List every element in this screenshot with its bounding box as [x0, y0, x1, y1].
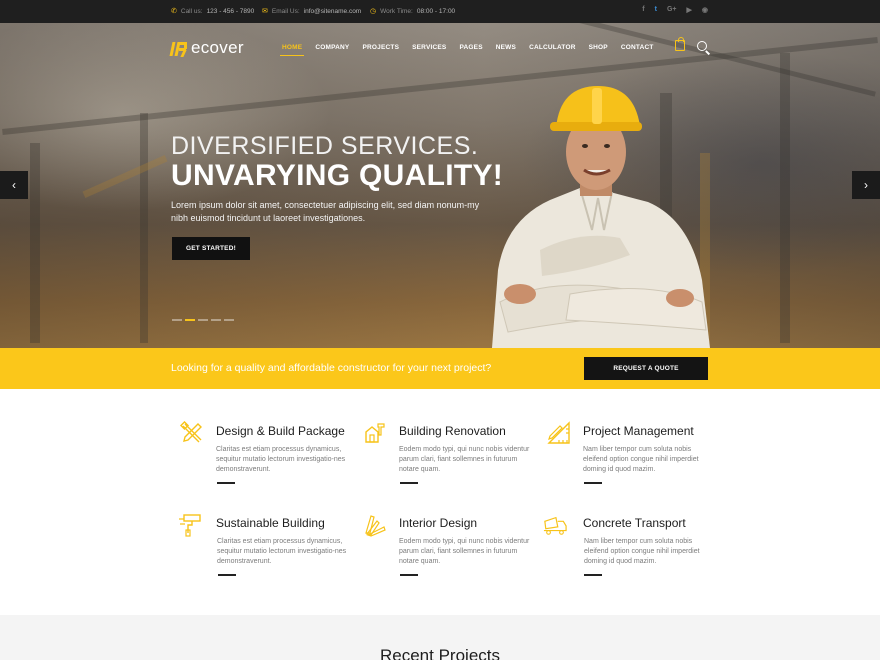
email-label: Email Us:: [271, 7, 300, 15]
email-link[interactable]: info@sitename.com: [304, 8, 362, 15]
mail-icon: ✉: [262, 8, 268, 15]
worker-hand: [504, 284, 536, 304]
concrete-truck-icon: [543, 516, 567, 535]
nav-company[interactable]: COMPANY: [315, 44, 349, 55]
slider-prev-button[interactable]: ‹: [0, 171, 28, 199]
clock-icon: ◷: [370, 8, 377, 15]
slider-dot[interactable]: [172, 319, 182, 321]
nav-news[interactable]: NEWS: [496, 44, 516, 55]
site-header: ecover HOME COMPANY PROJECTS SERVICES PA…: [0, 23, 880, 73]
worker-eye: [582, 144, 588, 148]
slider-dots: [172, 319, 234, 321]
nav-shop[interactable]: SHOP: [589, 44, 608, 55]
phone-icon: ✆: [171, 8, 177, 15]
slider-dot-active[interactable]: [185, 319, 195, 321]
quote-text: Looking for a quality and affordable con…: [171, 362, 492, 374]
nav-services[interactable]: SERVICES: [412, 44, 446, 55]
service-card[interactable]: Interior Design Eodem modo typi, qui nun…: [363, 513, 529, 583]
service-divider: [584, 482, 602, 484]
rss-icon[interactable]: ◉: [702, 6, 708, 14]
facebook-icon[interactable]: f: [642, 6, 644, 14]
service-divider: [584, 574, 602, 576]
service-title[interactable]: Building Renovation: [399, 424, 506, 438]
service-title[interactable]: Interior Design: [399, 516, 477, 530]
service-divider: [217, 482, 235, 484]
service-title[interactable]: Concrete Transport: [583, 516, 686, 530]
top-info-bar: ✆ Call us: 123 - 456 - 7890 ✉ Email Us: …: [0, 0, 880, 23]
quote-banner: Looking for a quality and affordable con…: [0, 348, 880, 389]
nav-pages[interactable]: PAGES: [459, 44, 482, 55]
slider-dot[interactable]: [224, 319, 234, 321]
worker-photo: [492, 86, 710, 348]
hero-heading-line2: UNVARYING QUALITY!: [171, 159, 504, 192]
google-plus-icon[interactable]: G+: [667, 6, 677, 14]
service-card[interactable]: Sustainable Building Claritas est etiam …: [178, 513, 346, 583]
service-card[interactable]: Project Management Nam liber tempor cum …: [547, 421, 707, 491]
phone-info: ✆ Call us: 123 - 456 - 7890: [171, 7, 255, 16]
service-description: Eodem modo typi, qui nunc nobis videntur…: [399, 446, 530, 473]
social-links: f t G+ ▶ ◉: [642, 6, 708, 14]
service-description: Eodem modo typi, qui nunc nobis videntur…: [399, 538, 530, 565]
ruler-pencil-icon: [547, 421, 570, 444]
service-divider: [218, 574, 236, 576]
worker-hand: [666, 289, 694, 307]
hours-value: 08:00 - 17:00: [416, 7, 456, 15]
hard-hat-ridge: [592, 88, 602, 124]
recent-projects-heading: Recent Projects: [380, 646, 500, 660]
roller-icon: [179, 514, 201, 537]
slider-dot[interactable]: [198, 319, 208, 321]
nav-projects[interactable]: PROJECTS: [362, 44, 399, 55]
hero-caption: DIVERSIFIED SERVICES. UNVARYING QUALITY!…: [171, 131, 503, 225]
chevron-right-icon: ›: [864, 178, 868, 192]
service-card[interactable]: Concrete Transport Nam liber tempor cum …: [543, 513, 703, 583]
get-started-button[interactable]: GET STARTED!: [172, 237, 250, 260]
worker-eye: [604, 144, 610, 148]
logo-mark-icon: [169, 40, 189, 57]
slider-next-button[interactable]: ›: [852, 171, 880, 199]
service-description: Claritas est etiam processus dynamicus, …: [216, 446, 346, 473]
nav-home[interactable]: HOME: [279, 44, 305, 56]
main-nav: HOME COMPANY PROJECTS SERVICES PAGES NEW…: [279, 44, 667, 56]
service-divider: [400, 482, 418, 484]
tools-icon: [180, 421, 202, 443]
service-title[interactable]: Design & Build Package: [216, 424, 345, 438]
shopping-bag-icon[interactable]: [675, 37, 685, 51]
service-title[interactable]: Sustainable Building: [216, 516, 325, 530]
service-card[interactable]: Building Renovation Eodem modo typi, qui…: [363, 421, 529, 491]
service-title[interactable]: Project Management: [583, 424, 694, 438]
color-swatch-icon: [365, 515, 386, 537]
hero-heading-line1: DIVERSIFIED SERVICES.: [171, 132, 479, 160]
hero-text: Lorem ipsum dolor sit amet, consectetuer…: [171, 200, 480, 223]
service-description: Claritas est etiam processus dynamicus, …: [217, 538, 347, 565]
email-info: ✉ Email Us: info@sitename.com: [262, 7, 362, 16]
service-divider: [400, 574, 418, 576]
nav-contact[interactable]: CONTACT: [621, 44, 654, 55]
phone-label: Call us:: [180, 7, 203, 15]
service-card[interactable]: Design & Build Package Claritas est etia…: [180, 421, 345, 491]
logo-text: ecover: [191, 38, 244, 57]
phone-number[interactable]: 123 - 456 - 7890: [207, 8, 255, 15]
hours-label: Work Time:: [380, 7, 413, 15]
nav-calculator[interactable]: CALCULATOR: [529, 44, 576, 55]
youtube-icon[interactable]: ▶: [687, 6, 692, 14]
search-icon[interactable]: [697, 41, 707, 51]
twitter-icon[interactable]: t: [655, 6, 657, 14]
site-logo[interactable]: ecover: [169, 38, 244, 58]
service-description: Nam liber tempor cum soluta nobis eleife…: [583, 446, 699, 473]
request-quote-button[interactable]: REQUEST A QUOTE: [584, 357, 708, 380]
chevron-left-icon: ‹: [12, 178, 16, 192]
worker-smile: [583, 168, 611, 176]
service-description: Nam liber tempor cum soluta nobis eleife…: [584, 538, 700, 565]
renovation-icon: [365, 423, 385, 443]
slider-dot[interactable]: [211, 319, 221, 321]
hours-info: ◷ Work Time: 08:00 - 17:00: [370, 7, 456, 16]
